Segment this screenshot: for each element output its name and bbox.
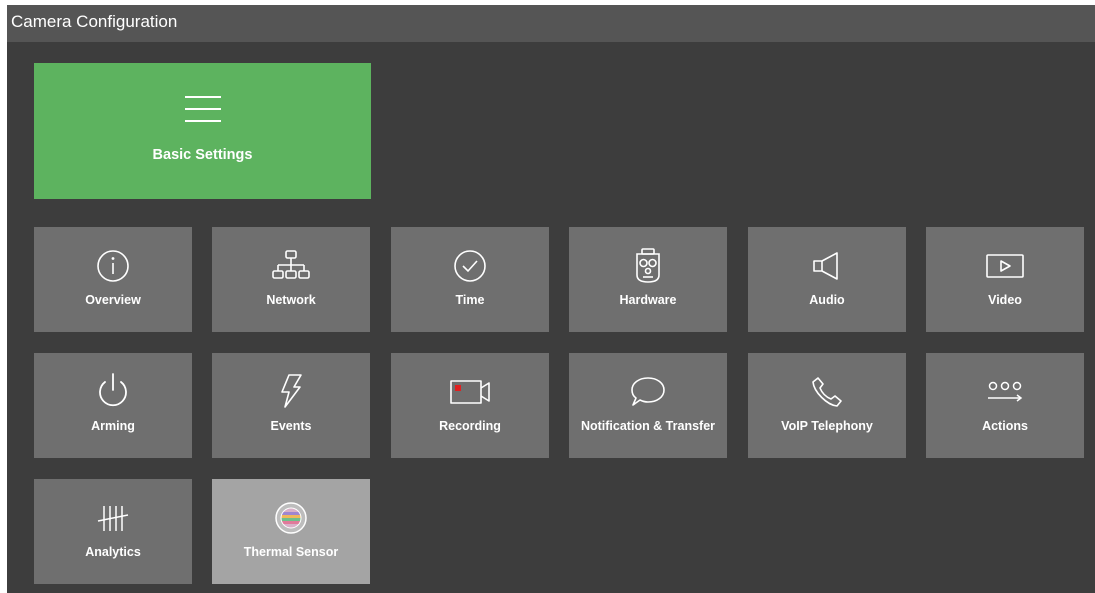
tile-time[interactable]: Time (391, 227, 549, 332)
basic-settings-label: Basic Settings (152, 147, 253, 163)
window-title: Camera Configuration (7, 5, 1095, 42)
tile-audio[interactable]: Audio (748, 227, 906, 332)
tile-label: Video (988, 293, 1022, 307)
network-icon (212, 249, 370, 283)
tile-overview[interactable]: Overview (34, 227, 192, 332)
actions-icon (926, 375, 1084, 409)
tile-label: Analytics (85, 545, 141, 559)
tile-label: Actions (982, 419, 1028, 433)
tile-voip-telephony[interactable]: VoIP Telephony (748, 353, 906, 458)
tile-events[interactable]: Events (212, 353, 370, 458)
tile-label: Time (455, 293, 485, 307)
tile-recording[interactable]: Recording (391, 353, 549, 458)
thermal-sensor-icon (212, 501, 370, 535)
tile-video[interactable]: Video (926, 227, 1084, 332)
clock-icon (391, 249, 549, 283)
tile-label: Network (266, 293, 316, 307)
camera-hardware-icon (569, 248, 727, 283)
tile-arming[interactable]: Arming (34, 353, 192, 458)
camera-configuration-window: Camera Configuration Basic Settings Over… (7, 5, 1095, 593)
tile-label: Notification & Transfer (580, 419, 716, 433)
info-icon (34, 249, 192, 283)
tally-icon (34, 501, 192, 535)
hamburger-menu-icon (34, 91, 371, 127)
record-camera-icon (391, 375, 549, 409)
tile-analytics[interactable]: Analytics (34, 479, 192, 584)
tile-label: VoIP Telephony (781, 419, 873, 433)
tile-label: Overview (85, 293, 141, 307)
tile-hardware[interactable]: Hardware (569, 227, 727, 332)
speech-bubble-icon (569, 375, 727, 409)
tile-network[interactable]: Network (212, 227, 370, 332)
tile-label: Audio (809, 293, 845, 307)
tile-label: Hardware (619, 293, 677, 307)
tile-thermal-sensor[interactable]: Thermal Sensor (212, 479, 370, 584)
tile-label: Thermal Sensor (243, 545, 339, 559)
phone-icon (748, 375, 906, 409)
play-icon (926, 249, 1084, 283)
power-icon (34, 371, 192, 411)
basic-settings-tile[interactable]: Basic Settings (34, 63, 371, 199)
tile-actions[interactable]: Actions (926, 353, 1084, 458)
lightning-icon (212, 371, 370, 411)
speaker-icon (748, 249, 906, 283)
tile-label: Events (270, 419, 312, 433)
tile-notification-transfer[interactable]: Notification & Transfer (569, 353, 727, 458)
tile-label: Arming (91, 419, 135, 433)
tile-label: Recording (439, 419, 501, 433)
